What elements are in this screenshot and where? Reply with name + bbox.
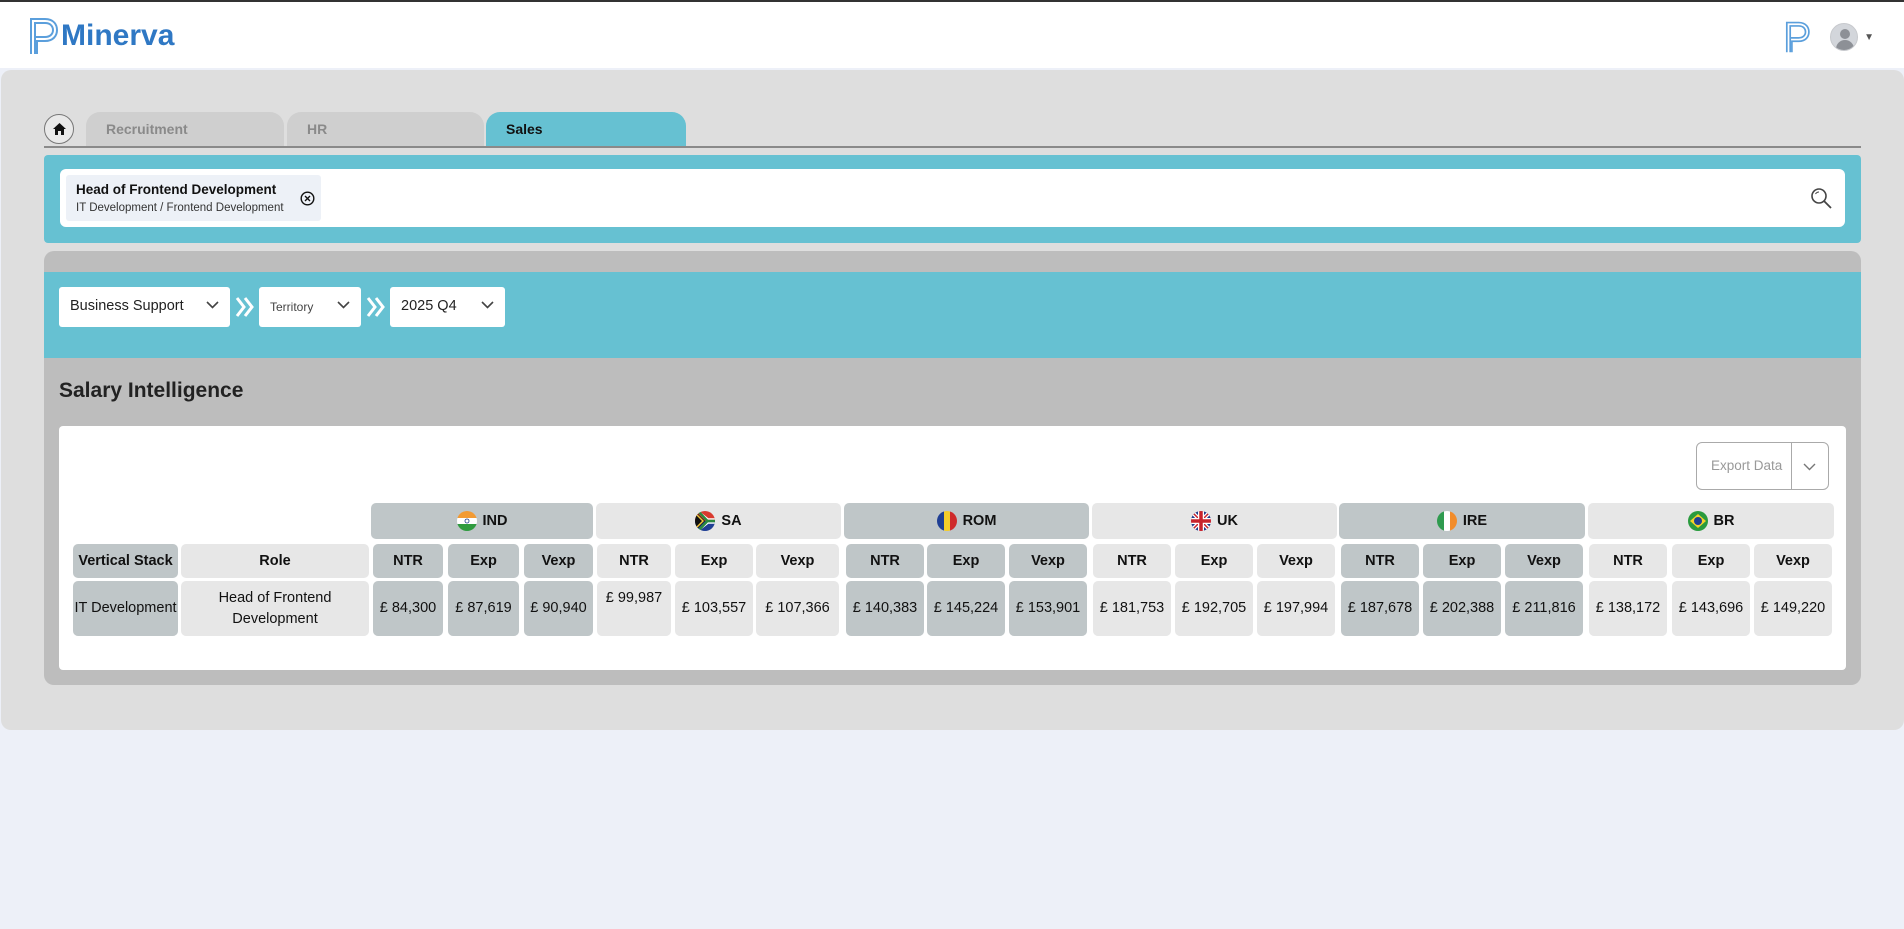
role-search-input[interactable]: Head of Frontend Development IT Developm… — [60, 169, 1845, 227]
value-cell-sa-ntr: £ 99,987 — [597, 581, 671, 636]
period-dropdown-value: 2025 Q4 — [401, 298, 457, 314]
user-menu-caret-icon[interactable]: ▼ — [1864, 32, 1874, 43]
tab-recruitment[interactable]: Recruitment — [86, 112, 284, 146]
country-header-rom: ROM — [844, 503, 1089, 539]
value-cell-ire-exp: £ 202,388 — [1423, 581, 1501, 636]
value-cell-ind-ntr: £ 84,300 — [373, 581, 443, 636]
territory-dropdown-value: Territory — [270, 300, 314, 314]
metric-header-sa-ntr: NTR — [597, 544, 671, 578]
metric-header-uk-ntr: NTR — [1093, 544, 1171, 578]
country-header-uk: UK — [1092, 503, 1337, 539]
metric-header-uk-exp: Exp — [1175, 544, 1253, 578]
country-name: ROM — [962, 512, 997, 529]
value-cell-uk-vexp: £ 197,994 — [1257, 581, 1335, 636]
top-right-controls: ▼ — [1782, 20, 1874, 54]
india-flag-icon — [456, 511, 477, 531]
value-cell-uk-exp: £ 192,705 — [1175, 581, 1253, 636]
cell-vertical-stack: IT Development — [73, 581, 178, 636]
country-header-ire: IRE — [1339, 503, 1585, 539]
export-data-label: Export Data — [1711, 458, 1783, 473]
business-dropdown-value: Business Support — [70, 298, 184, 314]
close-circle-icon[interactable] — [300, 191, 315, 206]
country-name: SA — [721, 512, 742, 529]
section-title: Salary Intelligence — [59, 379, 244, 402]
value-cell-rom-ntr: £ 140,383 — [846, 581, 924, 636]
metric-header-rom-ntr: NTR — [846, 544, 924, 578]
app-logo[interactable]: Minerva — [27, 16, 174, 56]
territory-dropdown[interactable]: Territory — [259, 287, 361, 327]
value-cell-ind-exp: £ 87,619 — [448, 581, 519, 636]
metric-header-sa-vexp: Vexp — [756, 544, 839, 578]
selected-role-chip[interactable]: Head of Frontend Development IT Developm… — [66, 175, 321, 221]
home-icon — [52, 123, 66, 135]
module-tabs: Recruitment HR Sales — [44, 112, 1861, 148]
country-header-ind: IND — [371, 503, 593, 539]
metric-header-ind-ntr: NTR — [373, 544, 443, 578]
business-dropdown[interactable]: Business Support — [59, 287, 230, 327]
metric-header-rom-exp: Exp — [927, 544, 1005, 578]
country-name: BR — [1713, 512, 1735, 529]
value-cell-uk-ntr: £ 181,753 — [1093, 581, 1171, 636]
search-icon[interactable] — [1809, 186, 1833, 210]
brazil-flag-icon — [1687, 511, 1708, 531]
chevron-down-icon — [337, 301, 350, 309]
chevron-down-icon — [206, 301, 219, 309]
metric-header-rom-vexp: Vexp — [1009, 544, 1087, 578]
search-panel: Head of Frontend Development IT Developm… — [44, 155, 1861, 243]
chevron-down-icon[interactable] — [1803, 463, 1816, 471]
value-cell-br-ntr: £ 138,172 — [1589, 581, 1667, 636]
minerva-mark-icon — [1786, 21, 1810, 53]
user-avatar[interactable] — [1830, 23, 1859, 51]
tab-sales[interactable]: Sales — [486, 112, 686, 146]
metric-header-ind-vexp: Vexp — [524, 544, 593, 578]
romania-flag-icon — [936, 511, 957, 531]
value-cell-sa-exp: £ 103,557 — [675, 581, 753, 636]
value-cell-sa-vexp: £ 107,366 — [756, 581, 839, 636]
double-chevron-right-icon — [235, 297, 254, 317]
double-chevron-right-icon — [366, 297, 385, 317]
header-vertical-stack: Vertical Stack — [73, 544, 178, 578]
value-cell-ind-vexp: £ 90,940 — [524, 581, 593, 636]
metric-header-br-vexp: Vexp — [1754, 544, 1832, 578]
metric-header-ire-vexp: Vexp — [1505, 544, 1583, 578]
metric-header-ire-exp: Exp — [1423, 544, 1501, 578]
filters-bar: Business Support Territory 2025 Q4 — [44, 272, 1861, 358]
uk-flag-icon — [1191, 511, 1212, 531]
metric-header-ire-ntr: NTR — [1341, 544, 1419, 578]
country-header-sa: SA — [596, 503, 841, 539]
south-africa-flag-icon — [695, 511, 716, 531]
chip-title: Head of Frontend Development — [76, 182, 277, 197]
country-name: IRE — [1462, 512, 1488, 529]
value-cell-br-exp: £ 143,696 — [1672, 581, 1750, 636]
country-name: UK — [1217, 512, 1238, 529]
metric-header-uk-vexp: Vexp — [1257, 544, 1335, 578]
value-cell-br-vexp: £ 149,220 — [1754, 581, 1832, 636]
minerva-logo-icon — [30, 18, 59, 54]
app-name: Minerva — [61, 19, 175, 52]
header-role: Role — [181, 544, 369, 578]
export-data-button[interactable]: Export Data — [1696, 442, 1829, 490]
tab-hr[interactable]: HR — [287, 112, 484, 146]
ireland-flag-icon — [1436, 511, 1457, 531]
value-cell-ire-vexp: £ 211,816 — [1505, 581, 1583, 636]
value-cell-ire-ntr: £ 187,678 — [1341, 581, 1419, 636]
value-cell-rom-exp: £ 145,224 — [927, 581, 1005, 636]
cell-role: Head of Frontend Development — [181, 581, 369, 636]
metric-header-sa-exp: Exp — [675, 544, 753, 578]
home-button[interactable] — [44, 114, 74, 144]
metric-header-ind-exp: Exp — [448, 544, 519, 578]
salary-table-card: Export Data Vertical Stack Role IT Devel… — [59, 426, 1846, 670]
value-cell-rom-vexp: £ 153,901 — [1009, 581, 1087, 636]
country-header-br: BR — [1588, 503, 1834, 539]
metric-header-br-exp: Exp — [1672, 544, 1750, 578]
metric-header-br-ntr: NTR — [1589, 544, 1667, 578]
salary-card: Business Support Territory 2025 Q4 Salar… — [44, 251, 1861, 685]
top-bar: Minerva ▼ — [0, 0, 1904, 68]
chevron-down-icon — [481, 301, 494, 309]
chip-subtitle: IT Development / Frontend Development — [76, 202, 284, 214]
period-dropdown[interactable]: 2025 Q4 — [390, 287, 505, 327]
country-name: IND — [482, 512, 508, 529]
